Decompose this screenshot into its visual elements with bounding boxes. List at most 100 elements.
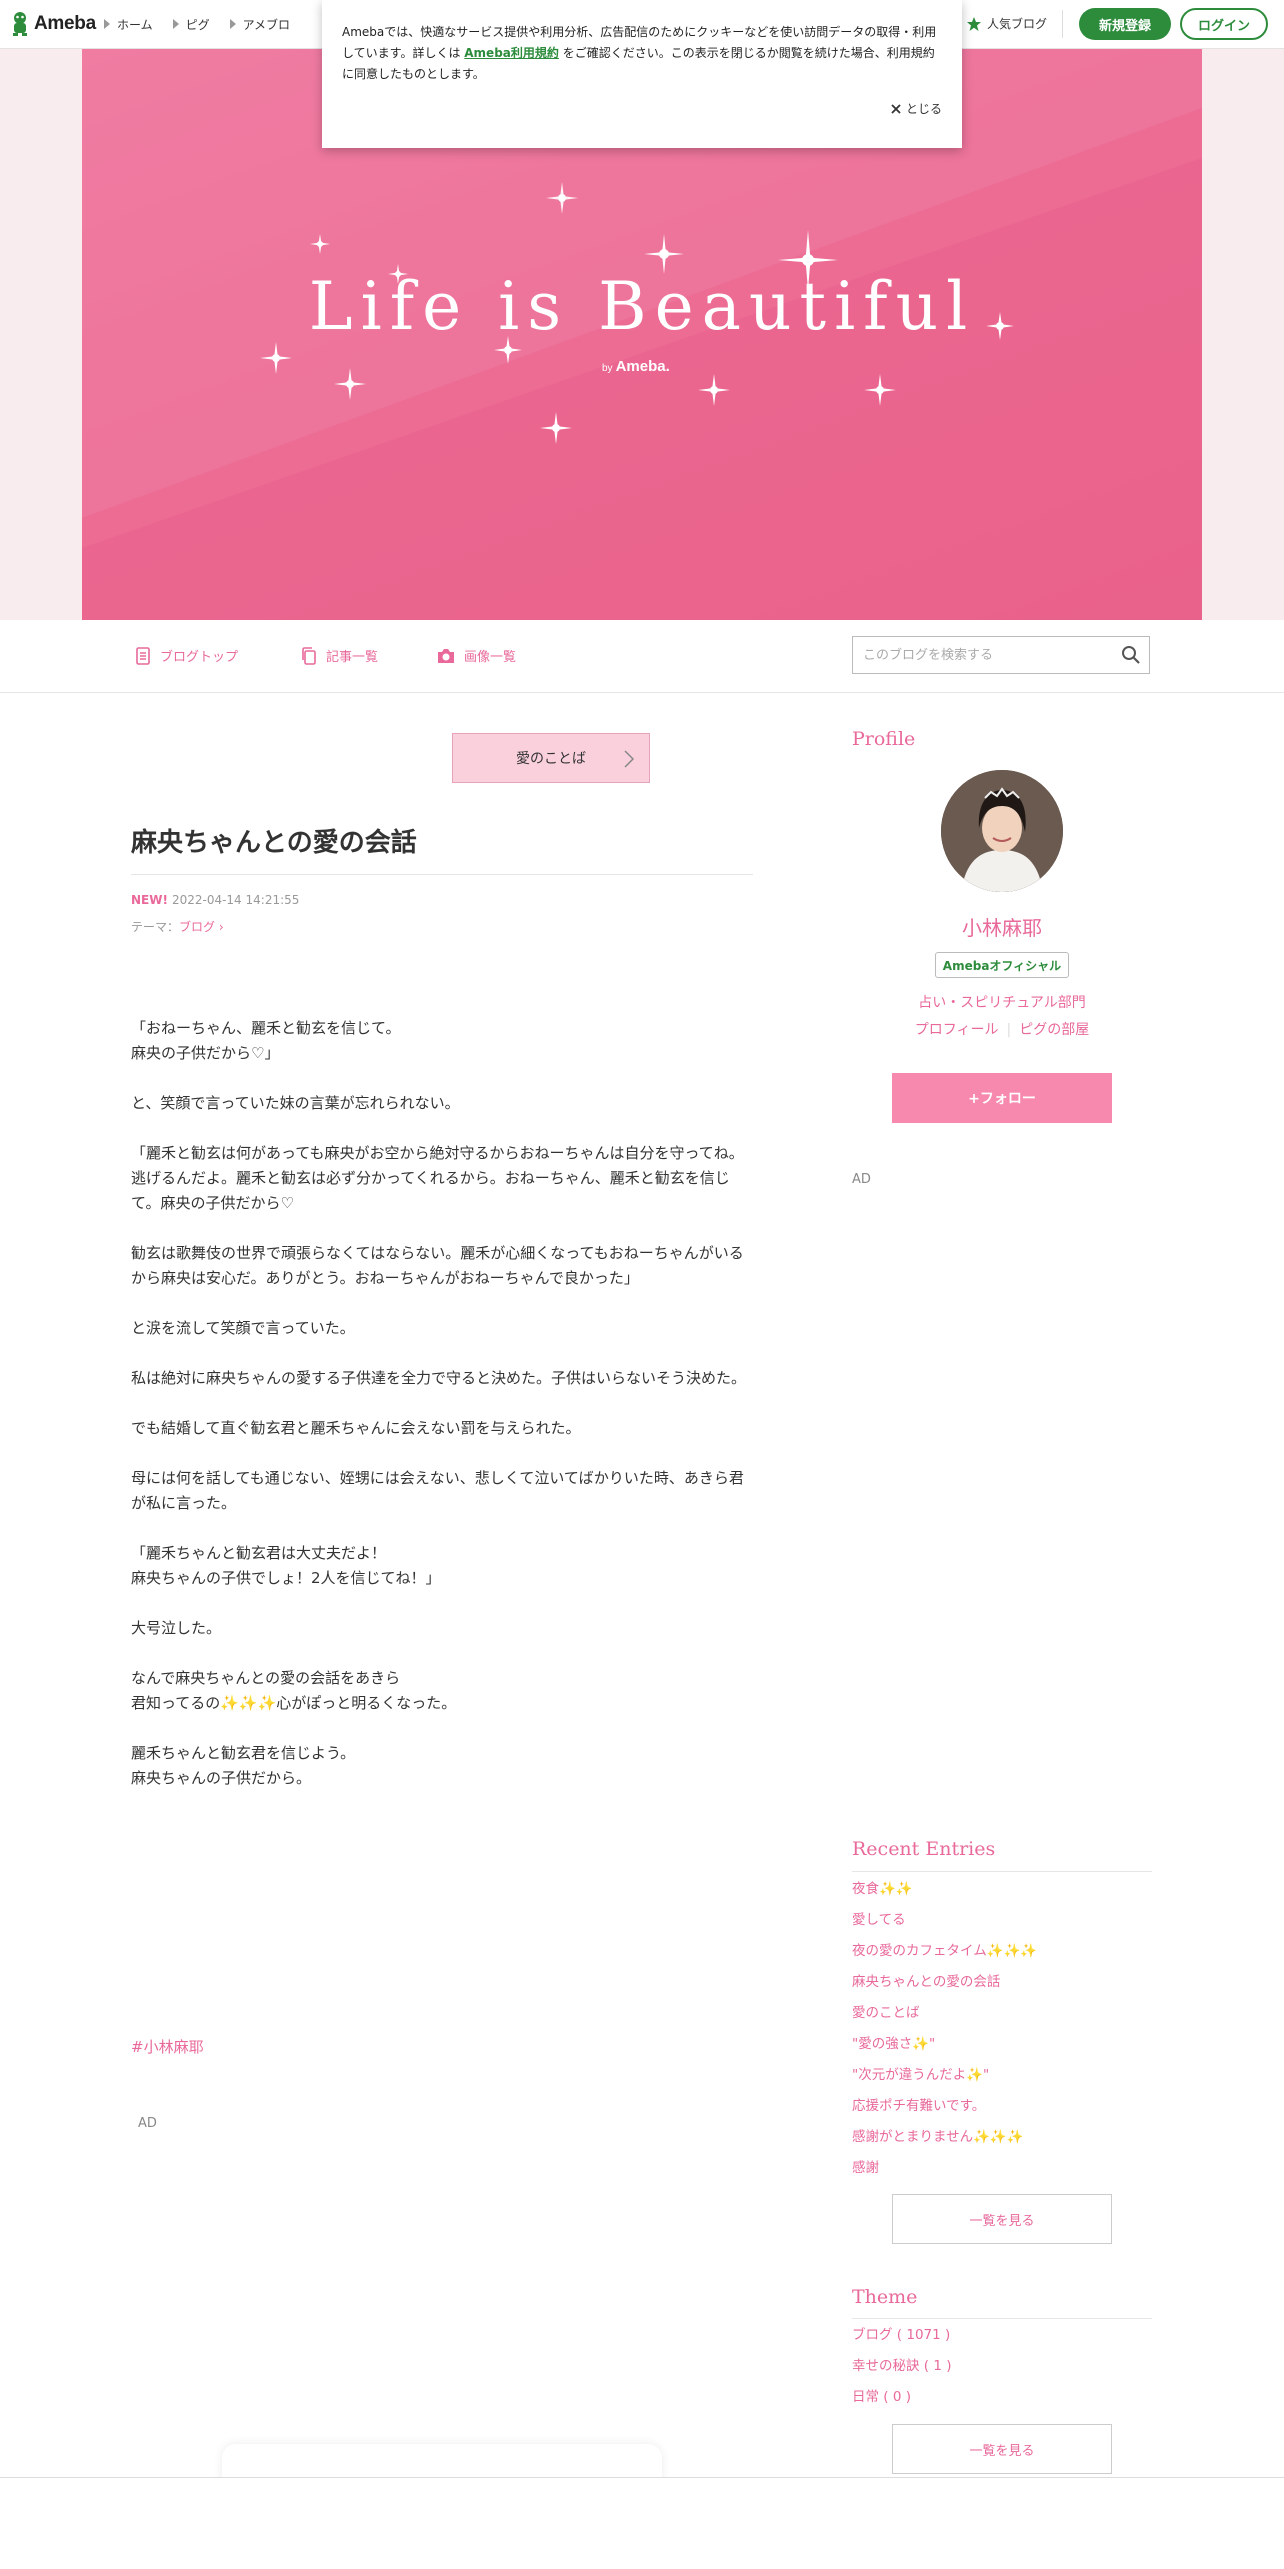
theme-prefix: テーマ： — [131, 920, 180, 934]
pig-room-link[interactable]: ピグの部屋 — [1019, 1022, 1089, 1038]
recent-entry-link[interactable]: "愛の強さ✨" — [852, 2029, 1152, 2060]
divider — [1062, 10, 1063, 38]
gnav-home-label: ホーム — [117, 17, 153, 32]
profile-link[interactable]: プロフィール — [915, 1022, 999, 1038]
logo-text: Ameba — [34, 13, 96, 34]
chevron-right-icon: › — [215, 920, 224, 934]
star-icon — [967, 16, 981, 31]
by-ameba-label: by Ameba. — [602, 358, 670, 375]
entry-paragraph: でも結婚して直ぐ勧玄君と麗禾ちゃんに会えない罰を与えられた。 — [131, 1419, 581, 1437]
entry-paragraph: 麗禾ちゃんと勧玄君を信じよう。 麻央ちゃんの子供だから。 — [131, 1744, 356, 1787]
divider — [852, 1871, 1152, 1872]
theme-heading: Theme — [852, 2286, 918, 2308]
entry-datetime: 2022-04-14 14:21:55 — [171, 893, 300, 907]
bottom-bar — [0, 2477, 1284, 2569]
recent-entry-link[interactable]: 夜の愛のカフェタイム✨✨✨ — [852, 1936, 1152, 1967]
login-button[interactable]: ログイン — [1180, 8, 1268, 40]
copy-icon — [302, 646, 316, 665]
recent-entry-link[interactable]: 愛のことば — [852, 1998, 1152, 2029]
ad-label: AD — [852, 1172, 871, 1187]
divider: | — [1006, 1022, 1012, 1038]
blog-nav: ブログトップ 記事一覧 画像一覧 — [0, 620, 1284, 693]
entry-paragraph: 「おねーちゃん、麗禾と勧玄を信じて。 麻央の子供だから♡」 — [131, 1019, 401, 1062]
nav-entry-list[interactable]: 記事一覧 — [300, 646, 378, 665]
entry-body: 「おねーちゃん、麗禾と勧玄を信じて。 麻央の子供だから♡」と、笑顔で言っていた妹… — [131, 1016, 753, 1816]
cookie-close-label: とじる — [905, 102, 942, 116]
recent-entry-link[interactable]: 感謝がとまりません✨✨✨ — [852, 2122, 1152, 2153]
recent-more-button[interactable]: 一覧を見る — [892, 2194, 1112, 2244]
profile-avatar[interactable] — [941, 770, 1063, 892]
recent-entries-heading: Recent Entries — [852, 1838, 996, 1860]
recent-entry-link[interactable]: 麻央ちゃんとの愛の会話 — [852, 1967, 1152, 1998]
caret-right-icon — [104, 19, 110, 29]
entry-paragraph: 大号泣した。 — [131, 1619, 222, 1637]
by-brand: Ameba. — [615, 358, 670, 375]
profile-name[interactable]: 小林麻耶 — [852, 912, 1152, 941]
divider — [852, 2318, 1152, 2319]
entry-paragraph: 私は絶対に麻央ちゃんの愛する子供達を全力で守ると決めた。子供はいらないそう決めた… — [131, 1369, 747, 1387]
nav-image-list-label: 画像一覧 — [464, 650, 517, 665]
ad-label: AD — [138, 2116, 157, 2131]
gnav-home[interactable]: ホーム — [104, 16, 153, 33]
register-button[interactable]: 新規登録 — [1079, 8, 1171, 40]
gnav-pig-label: ピグ — [185, 17, 210, 32]
entry-theme: テーマ：ブログ › — [131, 918, 224, 935]
prev-entry-button[interactable]: 愛のことば — [452, 733, 650, 783]
search-input[interactable] — [853, 637, 1113, 673]
hashtag-link[interactable]: #小林麻耶 — [131, 2036, 204, 2057]
blog-title: Life is Beautiful — [308, 268, 976, 345]
cookie-close-button[interactable]: とじる — [891, 100, 942, 117]
entry-paragraph: 母には何を話しても通じない、姪甥には会えない、悲しくて泣いてばかりいた時、あきら… — [131, 1469, 744, 1512]
nav-image-list[interactable]: 画像一覧 — [436, 646, 516, 665]
profile-links: プロフィール | ピグの部屋 — [852, 1019, 1152, 1039]
camera-icon — [438, 648, 454, 663]
theme-link[interactable]: 幸せの秘訣 ( 1 ) — [852, 2351, 1152, 2382]
theme-list: ブログ ( 1071 ) 幸せの秘訣 ( 1 ) 日常 ( 0 ) — [852, 2320, 1152, 2413]
new-badge: NEW! — [131, 893, 168, 907]
gnav-ameblo[interactable]: アメブロ — [229, 16, 291, 33]
entry-paragraph: 「麗禾ちゃんと勧玄君は大丈夫だよ！ 麻央ちゃんの子供でしょ！2人を信じてね！」 — [131, 1544, 441, 1587]
popular-blogs-label: 人気ブログ — [987, 17, 1048, 31]
divider — [131, 874, 753, 875]
global-nav: ホーム ピグ アメブロ — [104, 0, 290, 48]
theme-more-button[interactable]: 一覧を見る — [892, 2424, 1112, 2474]
by-prefix: by — [602, 363, 613, 374]
document-icon — [136, 646, 150, 665]
chevron-right-icon — [624, 750, 635, 768]
theme-link[interactable]: 日常 ( 0 ) — [852, 2382, 1152, 2413]
recent-entry-link[interactable]: "次元が違うんだよ✨" — [852, 2060, 1152, 2091]
gnav-pig[interactable]: ピグ — [172, 16, 210, 33]
search-icon[interactable] — [1121, 645, 1141, 665]
entry-paragraph: と、笑顔で言っていた妹の言葉が忘れられない。 — [131, 1094, 460, 1112]
follow-button[interactable]: +フォロー — [892, 1073, 1112, 1123]
official-badge: Amebaオフィシャル — [935, 952, 1069, 978]
terms-link[interactable]: Ameba利用規約 — [464, 46, 559, 60]
ameba-mascot-icon — [13, 12, 27, 36]
recent-entry-link[interactable]: 応援ポチ有難いです。 — [852, 2091, 1152, 2122]
gnav-ameblo-label: アメブロ — [242, 17, 291, 32]
profile-heading: Profile — [852, 728, 916, 750]
theme-link[interactable]: ブログ ( 1071 ) — [852, 2320, 1152, 2351]
genre-link[interactable]: 占い・スピリチュアル部門 — [852, 992, 1152, 1012]
avatar-image — [941, 770, 1063, 892]
recent-entry-link[interactable]: 夜食✨✨ — [852, 1874, 1152, 1905]
ameba-logo[interactable]: Ameba — [10, 11, 96, 37]
cookie-notice-text: Amebaでは、快適なサービス提供や利用分析、広告配信のためにクッキーなどを使い… — [342, 22, 942, 85]
entry-paragraph: なんで麻央ちゃんとの愛の会話をあきら 君知ってるの✨✨✨心がぽっと明るくなった。 — [131, 1669, 457, 1712]
nav-blog-top-label: ブログトップ — [160, 650, 239, 665]
theme-link[interactable]: ブログ — [179, 920, 215, 934]
cookie-notice: Amebaでは、快適なサービス提供や利用分析、広告配信のためにクッキーなどを使い… — [322, 0, 962, 148]
entry-title: 麻央ちゃんとの愛の会話 — [131, 828, 417, 858]
entry-paragraph: と涙を流して笑顔で言っていた。 — [131, 1319, 355, 1337]
nav-blog-top[interactable]: ブログトップ — [134, 646, 238, 665]
nav-entry-list-label: 記事一覧 — [326, 650, 379, 665]
prev-entry-label: 愛のことば — [516, 751, 586, 767]
recent-entry-link[interactable]: 愛してる — [852, 1905, 1152, 1936]
caret-right-icon — [172, 19, 179, 29]
blog-search — [852, 636, 1150, 674]
recent-entry-link[interactable]: 感謝 — [852, 2153, 1152, 2184]
entry-paragraph: 「麗禾と勧玄は何があっても麻央がお空から絶対守るからおねーちゃんは自分を守ってね… — [131, 1144, 744, 1212]
recent-entries-list: 夜食✨✨ 愛してる 夜の愛のカフェタイム✨✨✨ 麻央ちゃんとの愛の会話 愛のことば "愛の… — [852, 1874, 1152, 2184]
entry-paragraph: 勧玄は歌舞伎の世界で頑張らなくてはならない。麗禾が心細くなってもおねーちゃんがい… — [131, 1244, 744, 1287]
popular-blogs-link[interactable]: 人気ブログ — [966, 15, 1047, 32]
